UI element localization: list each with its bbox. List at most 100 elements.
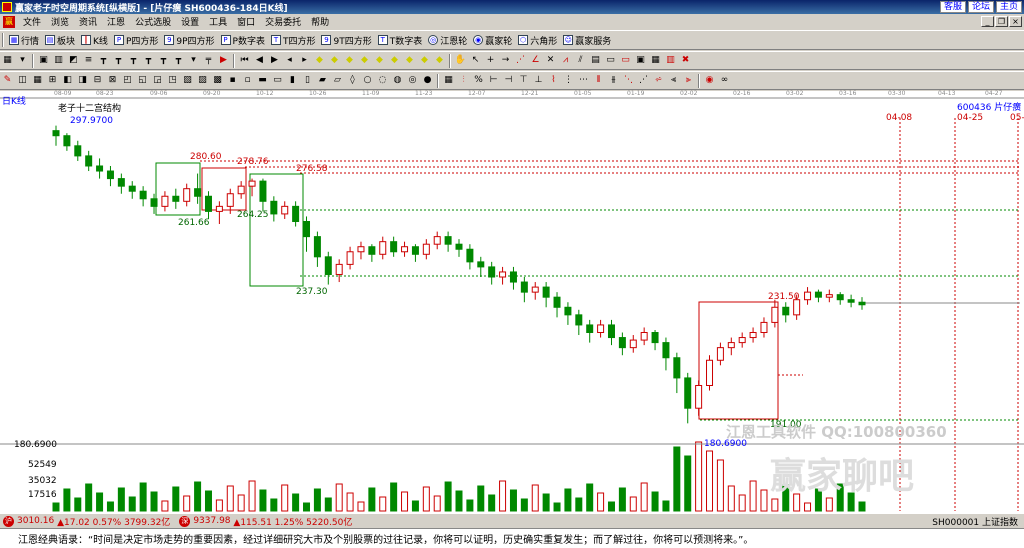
hand-icon[interactable]: ✋ <box>454 54 467 67</box>
pattern-ab-icon[interactable]: ● <box>421 74 434 87</box>
first-icon[interactable]: ⏮ <box>238 54 251 67</box>
pattern-j-icon[interactable]: ◲ <box>151 74 164 87</box>
pattern-icon-4[interactable]: ≡ <box>82 54 95 67</box>
next-icon[interactable]: ▶ <box>268 54 281 67</box>
menu-file[interactable]: 文件 <box>18 15 46 28</box>
pattern-s-icon[interactable]: ▮ <box>286 74 299 87</box>
diamond-icon-6[interactable]: ◆ <box>388 54 401 67</box>
bars-icon-1[interactable]: ┳ <box>97 54 110 67</box>
menu-window[interactable]: 窗口 <box>232 15 260 28</box>
delete-icon[interactable]: ✖ <box>679 54 692 67</box>
sh-index[interactable]: 3010.16 ▲17.02 0.57% 3799.32亿 <box>17 515 170 528</box>
p-square-button[interactable]: P P四方形 <box>111 32 161 48</box>
pattern-a-icon[interactable]: ◫ <box>16 74 29 87</box>
pattern-icon-3[interactable]: ◩ <box>67 54 80 67</box>
bars-icon-6[interactable]: ┳ <box>172 54 185 67</box>
winner-wheel-button[interactable]: ◉ 赢家轮 <box>470 32 515 48</box>
ruler-icon-2[interactable]: ⊣ <box>502 74 515 87</box>
box-icon-1[interactable]: ▭ <box>604 54 617 67</box>
pattern-v-icon[interactable]: ▱ <box>331 74 344 87</box>
pattern-w-icon[interactable]: ◊ <box>346 74 359 87</box>
chart-mark-icon[interactable]: ⫶ <box>457 74 470 87</box>
ruler-icon-3[interactable]: ⊤ <box>517 74 530 87</box>
right-icon[interactable]: ▸ <box>298 54 311 67</box>
box-icon-5[interactable]: ▥ <box>664 54 677 67</box>
pattern-t-icon[interactable]: ▯ <box>301 74 314 87</box>
gann-wheel-button[interactable]: ◎ 江恩轮 <box>425 32 470 48</box>
restore-button[interactable]: ❐ <box>995 16 1008 27</box>
diamond-icon-5[interactable]: ◆ <box>373 54 386 67</box>
fan-icon[interactable]: ⋰ <box>514 54 527 67</box>
grid-view-icon[interactable]: ▦ <box>1 54 14 67</box>
winner-service-button[interactable]: ☺ 赢家服务 <box>560 32 614 48</box>
pattern-b-icon[interactable]: ▦ <box>31 74 44 87</box>
pattern-x-icon[interactable]: ○ <box>361 74 374 87</box>
quotes-button[interactable]: ▦ 行情 <box>6 32 42 48</box>
menu-browse[interactable]: 浏览 <box>46 15 74 28</box>
menu-formula[interactable]: 公式选股 <box>130 15 176 28</box>
hexagon-button[interactable]: ⬡ 六角形 <box>515 32 560 48</box>
pattern-icon-2[interactable]: ▥ <box>52 54 65 67</box>
ruler-icon-14[interactable]: ⫸ <box>682 74 695 87</box>
menu-news[interactable]: 资讯 <box>74 15 102 28</box>
t-table-button[interactable]: T T数字表 <box>375 32 426 48</box>
pattern-z-icon[interactable]: ◍ <box>391 74 404 87</box>
pattern-l-icon[interactable]: ▧ <box>181 74 194 87</box>
bars-icon-2[interactable]: ┳ <box>112 54 125 67</box>
menu-gann[interactable]: 江恩 <box>102 15 130 28</box>
pattern-k-icon[interactable]: ◳ <box>166 74 179 87</box>
pattern-c-icon[interactable]: ⊞ <box>46 74 59 87</box>
diamond-icon-7[interactable]: ◆ <box>403 54 416 67</box>
box-icon-2[interactable]: ▭ <box>619 54 632 67</box>
close-button[interactable]: × <box>1009 16 1022 27</box>
pattern-f-icon[interactable]: ⊟ <box>91 74 104 87</box>
menu-help[interactable]: 帮助 <box>306 15 334 28</box>
home-link[interactable]: 主页 <box>995 1 1022 13</box>
pattern-q-icon[interactable]: ▬ <box>256 74 269 87</box>
bars-icon-4[interactable]: ┳ <box>142 54 155 67</box>
ruler-icon-9[interactable]: ⫵ <box>607 74 620 87</box>
table-icon[interactable]: ▦ <box>442 74 455 87</box>
crosshair-icon[interactable]: + <box>484 54 497 67</box>
pattern-u-icon[interactable]: ▰ <box>316 74 329 87</box>
gann-fan-icon[interactable]: ⩘ <box>559 54 572 67</box>
menu-trade[interactable]: 交易委托 <box>260 15 306 28</box>
pattern-n-icon[interactable]: ▩ <box>211 74 224 87</box>
pattern-g-icon[interactable]: ⊠ <box>106 74 119 87</box>
bars-icon-5[interactable]: ┳ <box>157 54 170 67</box>
ruler-icon-13[interactable]: ⫷ <box>667 74 680 87</box>
pattern-i-icon[interactable]: ◱ <box>136 74 149 87</box>
pattern-e-icon[interactable]: ◨ <box>76 74 89 87</box>
angle-icon[interactable]: ∠ <box>529 54 542 67</box>
kline-chart[interactable]: 日K线 老子十二宫结构 600436 片仔癀 08-09 08-23 09-06… <box>0 90 1024 513</box>
pattern-o-icon[interactable]: ▪ <box>226 74 239 87</box>
cursor-icon[interactable]: ↖ <box>469 54 482 67</box>
9p-square-button[interactable]: 9 9P四方形 <box>161 32 217 48</box>
percent-icon[interactable]: % <box>472 74 485 87</box>
channel-icon[interactable]: ⫽ <box>574 54 587 67</box>
bars-icon-3[interactable]: ┳ <box>127 54 140 67</box>
prev-icon[interactable]: ◀ <box>253 54 266 67</box>
dropdown-icon-2[interactable]: ▾ <box>187 54 200 67</box>
pattern-r-icon[interactable]: ▭ <box>271 74 284 87</box>
diamond-icon-8[interactable]: ◆ <box>418 54 431 67</box>
ruler-icon-6[interactable]: ⋮ <box>562 74 575 87</box>
box-icon-4[interactable]: ▦ <box>649 54 662 67</box>
forum-link[interactable]: 论坛 <box>967 1 994 13</box>
bars-icon-7[interactable]: ╤ <box>202 54 215 67</box>
ruler-icon-7[interactable]: ⋯ <box>577 74 590 87</box>
ruler-icon-8[interactable]: ⫴ <box>592 74 605 87</box>
ruler-icon-11[interactable]: ⋰ <box>637 74 650 87</box>
dropdown-icon[interactable]: ▾ <box>16 54 29 67</box>
pattern-aa-icon[interactable]: ◎ <box>406 74 419 87</box>
service-link[interactable]: 客服 <box>939 1 966 13</box>
minimize-button[interactable]: _ <box>981 16 994 27</box>
pencil-icon[interactable]: ✎ <box>1 74 14 87</box>
pattern-icon-1[interactable]: ▣ <box>37 54 50 67</box>
left-icon[interactable]: ◂ <box>283 54 296 67</box>
pattern-h-icon[interactable]: ◰ <box>121 74 134 87</box>
pattern-p-icon[interactable]: ▫ <box>241 74 254 87</box>
kline-button[interactable]: ┃ K线 <box>78 32 111 48</box>
p-table-button[interactable]: P P数字表 <box>218 32 268 48</box>
cross-icon[interactable]: ✕ <box>544 54 557 67</box>
